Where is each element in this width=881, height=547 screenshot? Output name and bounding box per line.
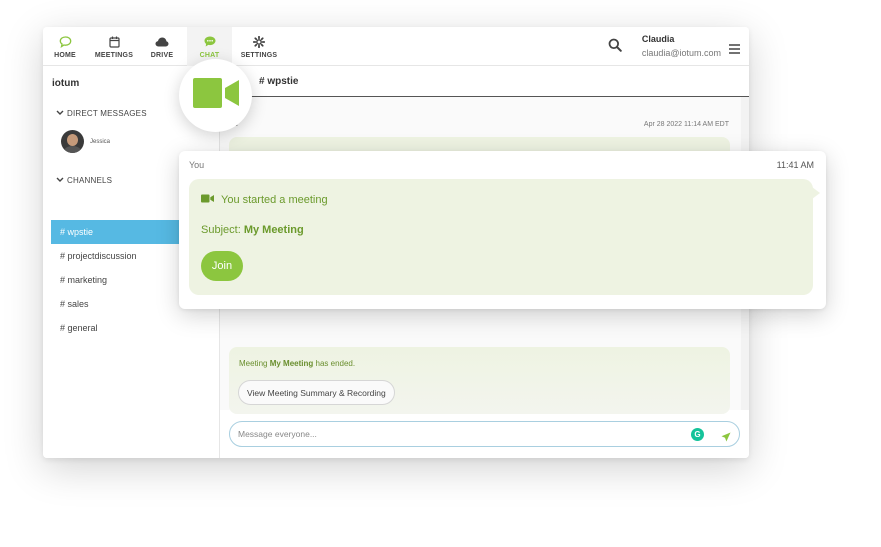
nav-settings[interactable]: SETTINGS (238, 27, 280, 66)
nav-settings-label: SETTINGS (240, 51, 278, 59)
nav-drive[interactable]: DRIVE (142, 27, 182, 66)
chat-bubble-icon (58, 35, 72, 49)
nav-home-label: HOME (54, 51, 76, 59)
meeting-started-text: You started a meeting (221, 194, 328, 206)
dm-item-jessica[interactable]: Jessica (61, 130, 110, 153)
avatar (61, 130, 84, 153)
chevron-down-icon (56, 109, 64, 118)
nav-chat-label: CHAT (199, 51, 220, 59)
meeting-ended-suffix: has ended. (315, 359, 356, 368)
nav-home[interactable]: HOME (43, 27, 87, 66)
cloud-icon (155, 35, 169, 49)
video-camera-icon (192, 78, 239, 113)
meeting-card-bubble: You started a meeting Subject: My Meetin… (189, 179, 820, 295)
meeting-ended-bubble: Meeting My Meeting has ended. View Meeti… (229, 347, 730, 414)
chat-icon (203, 35, 217, 49)
send-icon[interactable] (721, 429, 731, 447)
message-input[interactable] (238, 426, 678, 442)
hamburger-menu-icon[interactable] (729, 41, 740, 59)
nav-drive-label: DRIVE (150, 51, 174, 59)
user-name: Claudia (641, 34, 675, 44)
grammarly-icon[interactable]: G (691, 428, 704, 441)
direct-messages-title: DIRECT MESSAGES (67, 109, 147, 118)
search-icon[interactable] (608, 38, 622, 57)
user-info[interactable]: Claudia claudia@iotum.com (642, 34, 721, 58)
chevron-down-icon (56, 176, 64, 185)
meeting-card-time: 11:41 AM (776, 160, 814, 170)
message-composer: G (229, 421, 740, 447)
video-camera-icon (201, 194, 214, 206)
older-message-time: Apr 28 2022 11:14 AM EDT (643, 121, 729, 128)
channel-title: # wpstie (220, 66, 749, 97)
channel-item-general[interactable]: # general (51, 316, 220, 340)
meeting-ended-text: Meeting My Meeting has ended. (239, 359, 355, 368)
top-nav-bar: HOME MEETINGS DRIVE CHAT SETTINGS Claudi… (43, 27, 749, 66)
meeting-card-sender: You (189, 160, 205, 170)
dm-name: Jessica (90, 138, 111, 145)
subject-value: My Meeting (243, 224, 304, 236)
org-name: iotum (52, 78, 80, 89)
nav-meetings-label: MEETINGS (94, 51, 134, 59)
join-button[interactable]: Join (201, 251, 243, 281)
user-email: claudia@iotum.com (641, 48, 721, 58)
calendar-icon (107, 35, 121, 49)
subject-label: Subject: (201, 224, 241, 236)
meeting-started-line: You started a meeting (201, 194, 328, 206)
channels-header[interactable]: CHANNELS (56, 176, 112, 185)
channels-title: CHANNELS (67, 176, 113, 185)
gear-icon (252, 35, 266, 49)
meeting-started-card: You 11:41 AM You started a meeting Subje… (179, 151, 826, 309)
meeting-ended-name: My Meeting (269, 359, 314, 368)
meeting-subject: Subject: My Meeting (201, 224, 304, 236)
direct-messages-header[interactable]: DIRECT MESSAGES (56, 109, 147, 118)
meeting-ended-prefix: Meeting (239, 359, 268, 368)
video-call-badge (179, 59, 252, 132)
nav-meetings[interactable]: MEETINGS (93, 27, 135, 66)
view-summary-button[interactable]: View Meeting Summary & Recording (238, 380, 395, 405)
